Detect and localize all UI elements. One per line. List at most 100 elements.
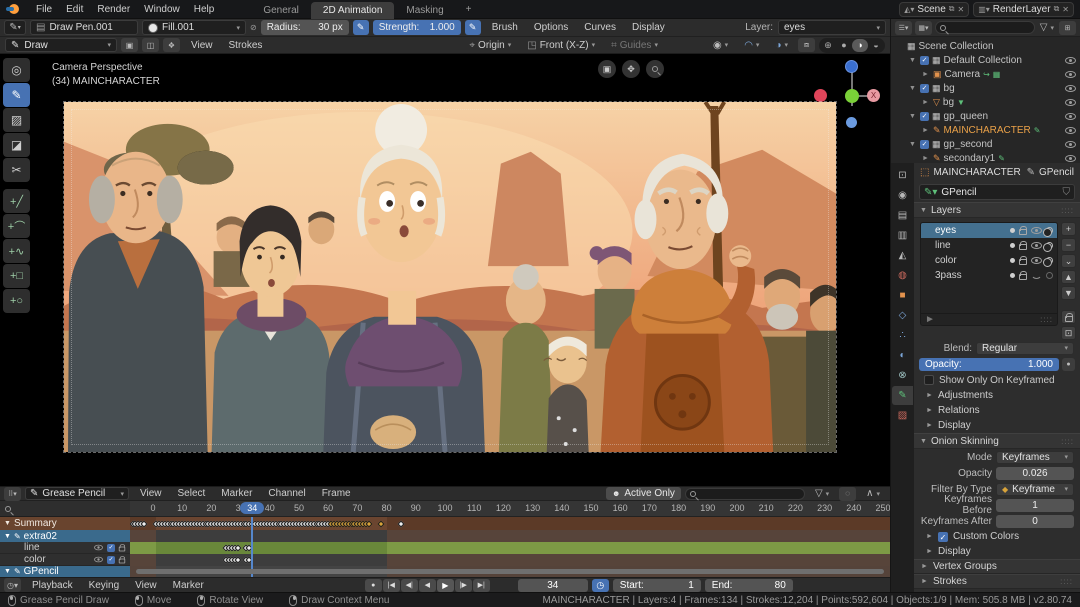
properties-tab-render[interactable]: ◉: [892, 186, 913, 205]
axis-y-positive[interactable]: [845, 60, 858, 73]
add-workspace-button[interactable]: +: [458, 1, 480, 18]
onion-filter-dropdown[interactable]: ◆ Keyframe▾: [996, 483, 1074, 496]
camera-view-button[interactable]: ▣: [598, 60, 616, 78]
layer-visibility-icon[interactable]: [1031, 227, 1042, 234]
current-frame-field[interactable]: 34: [518, 579, 588, 592]
new-scene-icon[interactable]: ⧉: [949, 4, 955, 14]
curve-tool[interactable]: +∿: [3, 239, 30, 263]
layer-specials-button[interactable]: ⌄: [1061, 254, 1076, 268]
scene-selector[interactable]: ◭▾ Scene ⧉ ✕: [899, 2, 969, 17]
layers-panel-header[interactable]: ▼ Layers ::::: [914, 202, 1080, 218]
add-layer-button[interactable]: +: [1061, 222, 1076, 236]
remove-view-layer-icon[interactable]: ✕: [1062, 5, 1069, 14]
subpanel-adjustments[interactable]: ►Adjustments: [914, 388, 1080, 403]
properties-tab-object-data[interactable]: ✎: [892, 386, 913, 405]
view-layer-selector[interactable]: ▥▾ RenderLayer ⧉ ✕: [973, 2, 1074, 17]
layer-opacity-slider[interactable]: Opacity: 1.000: [919, 358, 1059, 371]
cutter-tool[interactable]: ✂: [3, 158, 30, 182]
outliner-row-gp-queen[interactable]: ▼✓▦gp_queen: [891, 109, 1080, 123]
channel-gpencil[interactable]: ▼✎GPencil: [0, 566, 130, 577]
properties-tab-modifiers[interactable]: ◇: [892, 306, 913, 325]
onion-skin-toggle-icon[interactable]: [1046, 272, 1053, 279]
expand-caret[interactable]: ►: [921, 155, 930, 162]
lock-icon[interactable]: [1019, 259, 1027, 265]
outliner-display-mode-button[interactable]: ▦▾: [915, 21, 932, 35]
pin-material-icon[interactable]: ⊘: [250, 23, 257, 32]
interpolation-dropdown[interactable]: ∧▾: [860, 487, 886, 500]
layer-visibility-icon[interactable]: [1031, 242, 1042, 249]
shading-solid-button[interactable]: ●: [836, 39, 852, 52]
blender-logo-icon[interactable]: [6, 3, 21, 15]
visibility-eye-icon[interactable]: [1065, 141, 1076, 148]
use-lights-button[interactable]: ⊡: [1061, 326, 1076, 340]
outliner-row-default-collection[interactable]: ▼✓▦Default Collection: [891, 53, 1080, 67]
axis-origin[interactable]: [845, 89, 859, 103]
visibility-eye-icon[interactable]: [1065, 99, 1076, 106]
jump-end-button[interactable]: ▶|: [473, 579, 490, 592]
onion-skinning-header[interactable]: ▼ Onion Skinning ::::: [914, 433, 1080, 449]
menu-view[interactable]: View: [184, 38, 220, 53]
gizmos-dropdown[interactable]: ◉▾: [707, 39, 734, 52]
guides-dropdown[interactable]: ⌗Guides▾: [605, 39, 664, 52]
lock-all-button[interactable]: [1061, 310, 1076, 324]
horizontal-scrollbar[interactable]: [136, 569, 884, 574]
channel-extra02[interactable]: ▼✎extra02: [0, 530, 130, 542]
subpanel-relations[interactable]: ►Relations: [914, 403, 1080, 418]
box-tool[interactable]: +□: [3, 264, 30, 288]
multiframe-toggle[interactable]: ▣: [121, 38, 138, 52]
collection-checkbox[interactable]: ✓: [920, 112, 929, 121]
shading-dropdown[interactable]: ◑▾: [769, 39, 794, 52]
onion-skin-toggle-icon[interactable]: [1046, 242, 1053, 249]
workspace-tab-2d-animation[interactable]: 2D Animation: [311, 2, 394, 19]
menu-marker[interactable]: Marker: [214, 486, 259, 501]
collection-checkbox[interactable]: ✓: [920, 84, 929, 93]
playhead[interactable]: [251, 517, 253, 577]
expand-caret[interactable]: ▼: [908, 113, 917, 120]
blend-dropdown[interactable]: Regular▾: [976, 342, 1074, 355]
collection-checkbox[interactable]: ✓: [920, 140, 929, 149]
next-keyframe-button[interactable]: |▶: [455, 579, 472, 592]
strength-pressure-toggle[interactable]: ✎: [465, 20, 481, 35]
menu-frame[interactable]: Frame: [315, 486, 358, 501]
channel-line[interactable]: line✓: [0, 542, 130, 554]
zoom-view-button[interactable]: [646, 60, 664, 78]
shading-rendered-button[interactable]: ◒: [868, 39, 884, 52]
outliner-search-input[interactable]: [935, 21, 1035, 34]
menu-brush[interactable]: Brush: [485, 20, 525, 35]
expand-caret[interactable]: ▼: [4, 520, 11, 527]
fake-user-icon[interactable]: ⛉: [1063, 187, 1071, 198]
jump-start-button[interactable]: |◀: [383, 579, 400, 592]
menu-view[interactable]: View: [133, 486, 169, 501]
menu-keying[interactable]: Keying: [82, 578, 127, 593]
outliner-editor-type-button[interactable]: ☰▾: [895, 21, 912, 35]
menu-options[interactable]: Options: [527, 20, 575, 35]
radius-pressure-toggle[interactable]: ✎: [353, 20, 369, 35]
workspace-tab-masking[interactable]: Masking: [394, 2, 455, 19]
channel-visibility-icon[interactable]: [94, 545, 103, 551]
gp-layer-row-3pass[interactable]: 3pass: [921, 268, 1057, 283]
axis-x-positive[interactable]: X: [867, 89, 880, 102]
channel-lock-icon[interactable]: [119, 559, 125, 564]
properties-tab-material[interactable]: ▨: [892, 406, 913, 425]
lock-icon[interactable]: [1019, 229, 1027, 235]
strength-slider[interactable]: Strength: 1.000: [373, 20, 461, 35]
menu-curves[interactable]: Curves: [577, 20, 623, 35]
lock-icon[interactable]: [1019, 274, 1027, 280]
onion-skin-toggle-icon[interactable]: [1046, 227, 1053, 234]
dopesheet-search-input[interactable]: [685, 488, 805, 500]
layer-dropdown[interactable]: eyes ▾: [778, 20, 886, 35]
outliner-row-camera[interactable]: ►▣Camera↪▦: [891, 67, 1080, 81]
properties-tab-view-layer[interactable]: ▥: [892, 226, 913, 245]
onion-skin-toggle-icon[interactable]: [1046, 257, 1053, 264]
properties-tab-world[interactable]: ◍: [892, 266, 913, 285]
visibility-eye-icon[interactable]: [1065, 57, 1076, 64]
channel-checkbox[interactable]: ✓: [107, 556, 115, 564]
mode-dropdown[interactable]: ✎ Draw ▾: [5, 38, 117, 52]
origin-dropdown[interactable]: ⌖Origin▾: [463, 39, 517, 52]
show-only-keyframed-checkbox[interactable]: [924, 375, 934, 385]
outliner-row-secondary1[interactable]: ►✎secondary1✎: [891, 151, 1080, 163]
menu-marker[interactable]: Marker: [166, 578, 211, 593]
line-tool[interactable]: +╱: [3, 189, 30, 213]
visibility-eye-icon[interactable]: [1065, 155, 1076, 162]
onion-opacity-field[interactable]: 0.026: [996, 467, 1074, 480]
